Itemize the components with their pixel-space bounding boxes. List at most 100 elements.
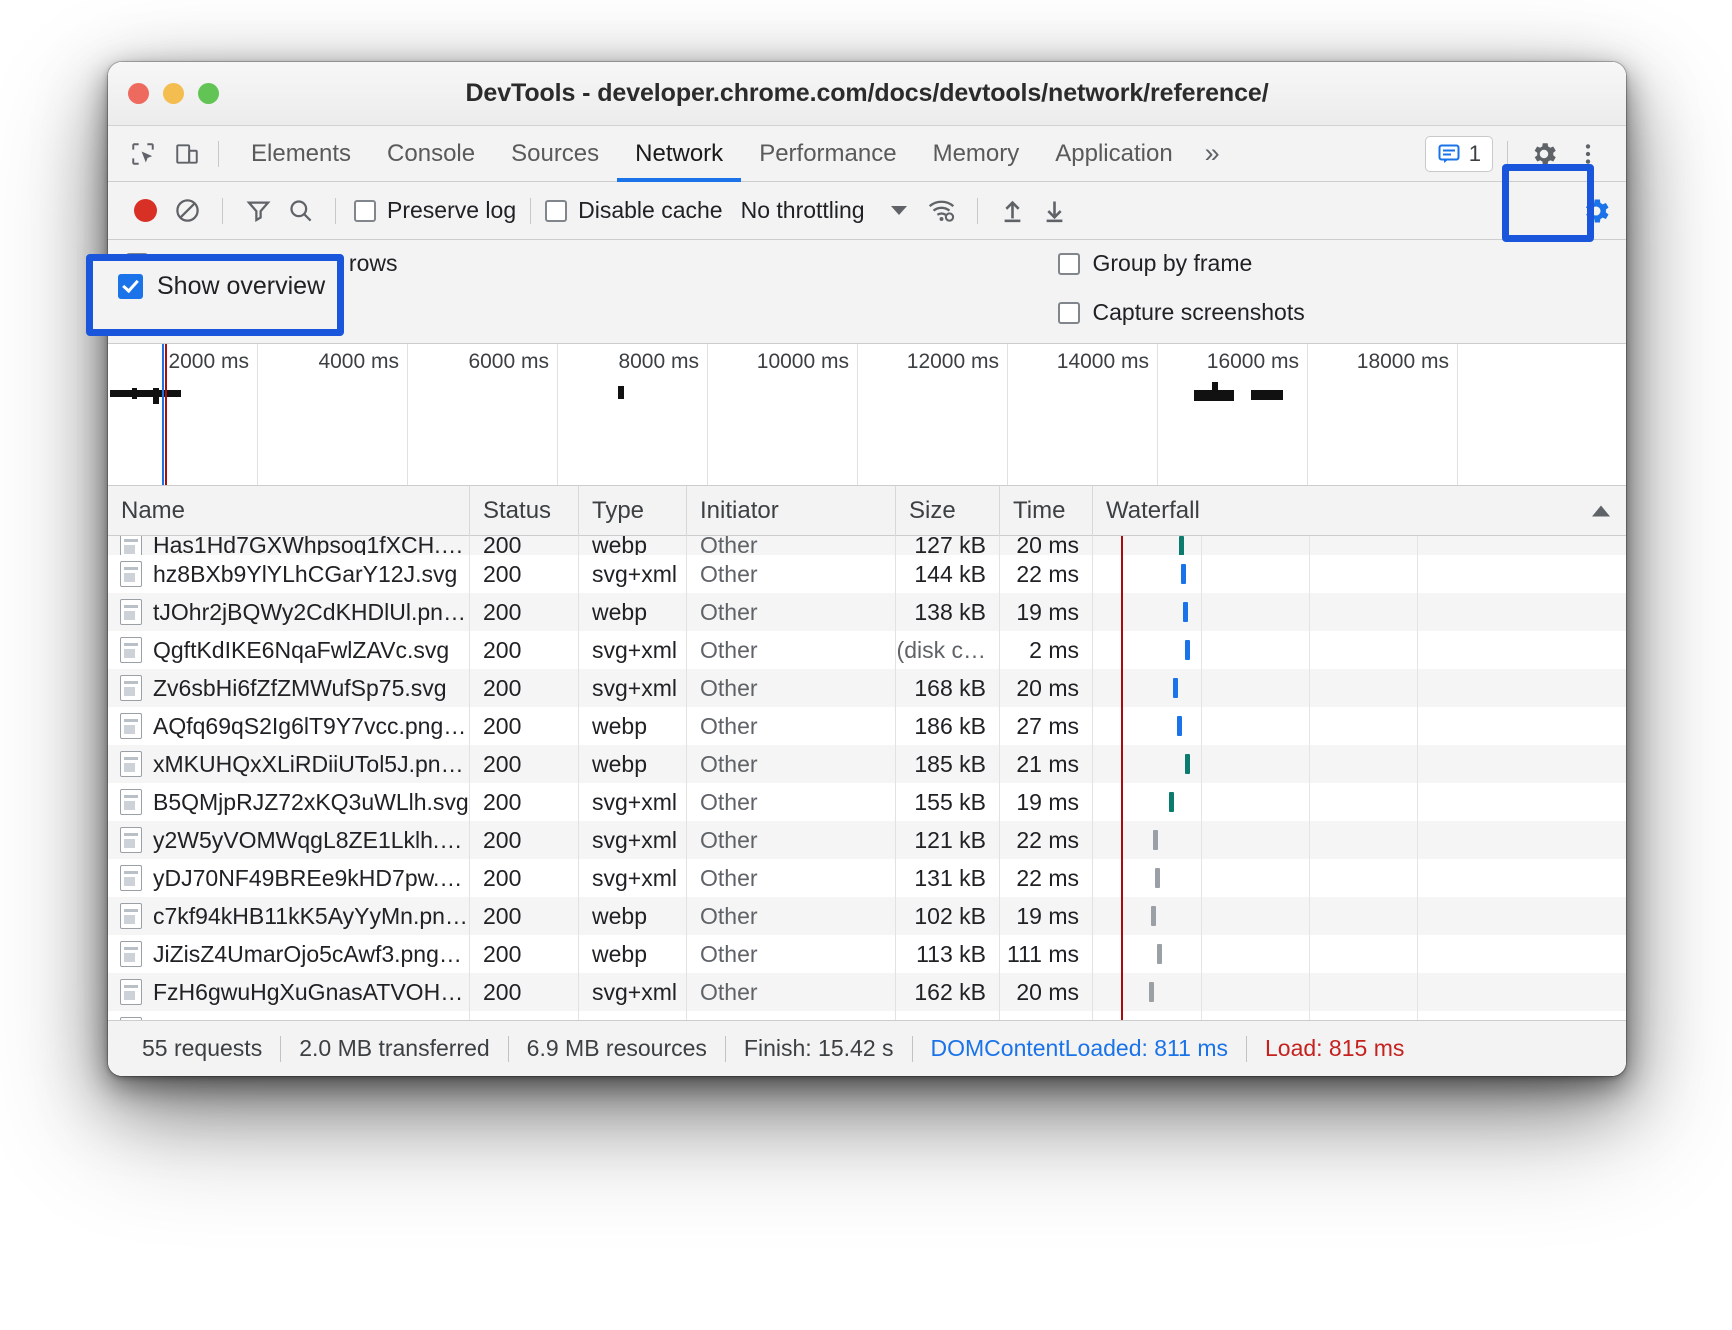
cell-status: 200 (470, 897, 579, 935)
network-conditions-icon[interactable] (921, 190, 963, 232)
cell-size: 127 kB (896, 536, 1000, 555)
waterfall-gridline (1417, 859, 1418, 897)
cell-initiator: Other (687, 745, 896, 783)
tab-console[interactable]: Console (369, 126, 493, 182)
overview-request-bar (1218, 390, 1234, 401)
more-options-kebab-icon[interactable] (1566, 132, 1610, 176)
table-row[interactable]: Zv6sbHi6fZfZMWufSp75.svg 200 svg+xml Other 1… (108, 669, 1626, 707)
column-header-name[interactable]: Name (108, 486, 470, 536)
cell-name: c7kf94kHB11kK5AyYyMn.png… (108, 897, 470, 935)
overview-cell-1: 4000 ms (258, 344, 408, 485)
column-header-size[interactable]: Size (896, 486, 1000, 536)
waterfall-gridline (1417, 745, 1418, 783)
cell-waterfall (1093, 935, 1626, 973)
table-row[interactable]: QgftKdIKE6NqaFwlZAVc.svg 200 svg+xml Other(… (108, 631, 1626, 669)
cell-type: svg+xml (579, 1011, 687, 1020)
cell-type: webp (579, 593, 687, 631)
filter-button[interactable] (237, 190, 279, 232)
tab-sources[interactable]: Sources (493, 126, 617, 182)
overview-cell-2: 6000 ms (408, 344, 558, 485)
waterfall-gridline (1309, 593, 1310, 631)
table-row[interactable]: AQfq69qS2Ig6lT9Y7vcc.png?… 200 webp Other 18… (108, 707, 1626, 745)
overview-tick-3: 8000 ms (618, 350, 699, 373)
throttling-dropdown[interactable]: No throttling (741, 197, 907, 224)
waterfall-gridline (1417, 631, 1418, 669)
inspect-element-icon[interactable] (126, 137, 160, 171)
settings-gear-icon[interactable] (1522, 132, 1566, 176)
tab-application[interactable]: Application (1037, 126, 1190, 182)
minimize-window-button[interactable] (163, 83, 184, 104)
tab-elements[interactable]: Elements (233, 126, 369, 182)
table-row[interactable]: y2W5yVOMWqgL8ZE1Lklh.svg 200 svg+xml Other 1… (108, 821, 1626, 859)
file-type-icon (120, 865, 142, 891)
tab-performance[interactable]: Performance (741, 126, 914, 182)
network-settings-gear-icon[interactable] (1574, 189, 1618, 233)
issues-count-label: 1 (1468, 140, 1481, 166)
import-har-icon[interactable] (992, 190, 1034, 232)
overview-tick-8: 18000 ms (1356, 350, 1449, 373)
column-header-waterfall[interactable]: Waterfall (1093, 486, 1626, 536)
tab-network[interactable]: Network (617, 126, 742, 182)
waterfall-gridline (1417, 821, 1418, 859)
cell-time: 24 ms (1000, 1011, 1093, 1020)
network-overview-timeline[interactable]: 2000 ms 4000 ms 6000 ms 8000 ms 10000 ms… (108, 344, 1626, 486)
waterfall-gridline (1309, 631, 1310, 669)
clear-button[interactable] (166, 190, 208, 232)
overview-cell-4: 10000 ms (708, 344, 858, 485)
cell-status: 200 (470, 669, 579, 707)
issues-counter-button[interactable]: 1 (1424, 135, 1493, 172)
waterfall-gridline (1201, 973, 1202, 1011)
table-row[interactable]: Has1Hd7GXWhpsoq1fXCH.png... 200 webp Other 1… (108, 536, 1626, 555)
devtools-window: DevTools - developer.chrome.com/docs/dev… (108, 62, 1626, 1076)
cell-time: 22 ms (1000, 859, 1093, 897)
request-name-label: JiZisZ4UmarOjo5cAwf3.png?a… (153, 940, 469, 967)
table-row[interactable]: c7kf94kHB11kK5AyYyMn.png… 200 webp Other 102… (108, 897, 1626, 935)
capture-screenshots-checkbox[interactable]: Capture screenshots (1057, 299, 1305, 326)
cell-type: svg+xml (579, 555, 687, 593)
record-button[interactable] (124, 190, 166, 232)
table-row[interactable]: hz8BXb9YlYLhCGarY12J.svg 200 svg+xml Other 1… (108, 555, 1626, 593)
device-toolbar-icon[interactable] (170, 137, 204, 171)
network-toolbar: Preserve log Disable cache No throttling (108, 182, 1626, 240)
tabbar-right-divider (1507, 140, 1508, 167)
cell-type: svg+xml (579, 821, 687, 859)
close-window-button[interactable] (128, 83, 149, 104)
waterfall-gridline (1201, 897, 1202, 935)
zoom-window-button[interactable] (198, 83, 219, 104)
waterfall-bar (1183, 602, 1188, 622)
file-type-icon (120, 561, 142, 587)
cell-name: Has1Hd7GXWhpsoq1fXCH.png... (108, 536, 470, 555)
tab-memory[interactable]: Memory (915, 126, 1038, 182)
network-status-bar: 55 requests 2.0 MB transferred 6.9 MB re… (108, 1020, 1626, 1076)
preserve-log-label: Preserve log (387, 197, 517, 223)
table-row[interactable]: xMKUHQxXLiRDiiUTol5J.png?… 200 webp Other 18… (108, 745, 1626, 783)
cell-type: webp (579, 745, 687, 783)
preserve-log-checkbox[interactable]: Preserve log (354, 197, 516, 224)
table-row[interactable]: tJOhr2jBQWy2CdKHDlUl.png… 200 webp Other 138… (108, 593, 1626, 631)
table-row[interactable]: yDJ70NF49BREe9kHD7pw.svg 200 svg+xml Other 1… (108, 859, 1626, 897)
status-resources: 6.9 MB resources (526, 1035, 707, 1061)
column-header-time[interactable]: Time (1000, 486, 1093, 536)
export-har-icon[interactable] (1034, 190, 1076, 232)
cell-initiator: Other (687, 821, 896, 859)
cell-waterfall (1093, 631, 1626, 669)
table-row[interactable]: JiZisZ4UmarOjo5cAwf3.png?a… 200 webp Other 1… (108, 935, 1626, 973)
table-row[interactable]: FzH6gwuHgXuGnasATVOH.svg 200 svg+xml Other 1… (108, 973, 1626, 1011)
cell-waterfall (1093, 536, 1626, 555)
disable-cache-checkbox[interactable]: Disable cache (545, 197, 723, 224)
table-row[interactable]: Ce9YHacO35q8t5wbmFp9.svg200svg+xmlOther1… (108, 1011, 1626, 1020)
group-by-frame-checkbox[interactable]: Group by frame (1057, 250, 1305, 277)
table-body[interactable]: Has1Hd7GXWhpsoq1fXCH.png... 200 webp Other 1… (108, 536, 1626, 1020)
table-row[interactable]: B5QMjpRJZ72xKQ3uWLlh.svg 200 svg+xml Other 1… (108, 783, 1626, 821)
column-header-type[interactable]: Type (579, 486, 687, 536)
cell-size: 102 kB (896, 897, 1000, 935)
column-header-initiator[interactable]: Initiator (687, 486, 896, 536)
waterfall-gridline (1201, 745, 1202, 783)
waterfall-bar (1157, 944, 1162, 964)
more-tabs-chevron-icon[interactable]: » (1191, 138, 1234, 169)
request-name-label: Ce9YHacO35q8t5wbmFp9.svg (153, 1017, 469, 1021)
column-header-status[interactable]: Status (470, 486, 579, 536)
search-icon[interactable] (279, 190, 321, 232)
file-type-icon (120, 903, 142, 929)
overview-tick-5: 12000 ms (906, 350, 999, 373)
